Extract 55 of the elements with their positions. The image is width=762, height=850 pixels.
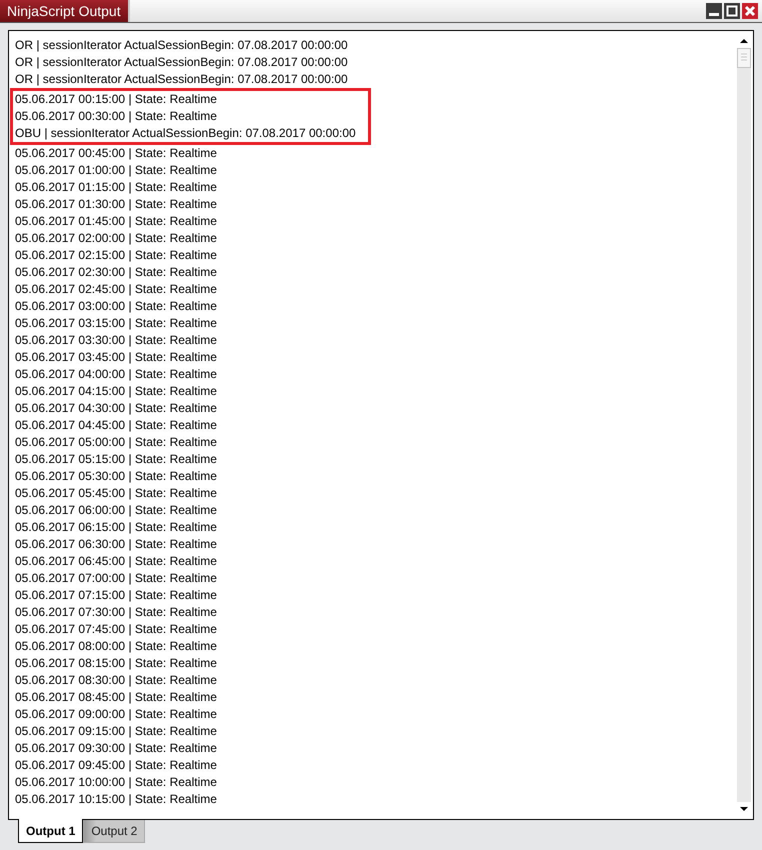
log-line: 05.06.2017 06:00:00 | State: Realtime — [15, 502, 218, 519]
minimize-icon[interactable] — [706, 3, 722, 19]
log-line: 05.06.2017 03:45:00 | State: Realtime — [15, 349, 218, 366]
log-line: 05.06.2017 01:00:00 | State: Realtime — [15, 162, 218, 179]
log-line: OR | sessionIterator ActualSessionBegin: 07.08.2017 00:00:00 — [15, 71, 349, 88]
log-line: 05.06.2017 03:15:00 | State: Realtime — [15, 315, 218, 332]
log-line: 05.06.2017 06:15:00 | State: Realtime — [15, 519, 218, 536]
log-line: OR | sessionIterator ActualSessionBegin: 07.08.2017 00:00:00 — [15, 37, 349, 54]
log-line: 05.06.2017 03:00:00 | State: Realtime — [15, 298, 218, 315]
log-line: 05.06.2017 05:15:00 | State: Realtime — [15, 451, 218, 468]
log-line: 05.06.2017 09:15:00 | State: Realtime — [15, 723, 218, 740]
log-line: 05.06.2017 08:15:00 | State: Realtime — [15, 655, 218, 672]
maximize-icon[interactable] — [724, 3, 740, 19]
log-line: 05.06.2017 07:45:00 | State: Realtime — [15, 621, 218, 638]
log-line: 05.06.2017 05:45:00 | State: Realtime — [15, 485, 218, 502]
log-line: 05.06.2017 02:15:00 | State: Realtime — [15, 247, 218, 264]
log-line: 05.06.2017 00:45:00 | State: Realtime — [15, 145, 218, 162]
log-line: 05.06.2017 04:30:00 | State: Realtime — [15, 400, 218, 417]
log-line: 05.06.2017 04:00:00 | State: Realtime — [15, 366, 218, 383]
log-line: 05.06.2017 09:30:00 | State: Realtime — [15, 740, 218, 757]
scroll-up-icon[interactable] — [737, 34, 751, 48]
log-line: 05.06.2017 06:30:00 | State: Realtime — [15, 536, 218, 553]
log-line: 05.06.2017 01:45:00 | State: Realtime — [15, 213, 218, 230]
log-line: 05.06.2017 04:45:00 | State: Realtime — [15, 417, 218, 434]
log-line: 05.06.2017 01:15:00 | State: Realtime — [15, 179, 218, 196]
log-line: 05.06.2017 04:15:00 | State: Realtime — [15, 383, 218, 400]
output-tab[interactable]: Output 1 — [18, 819, 84, 843]
log-line: 05.06.2017 08:45:00 | State: Realtime — [15, 689, 218, 706]
log-line: 05.06.2017 03:30:00 | State: Realtime — [15, 332, 218, 349]
log-line: 05.06.2017 02:00:00 | State: Realtime — [15, 230, 218, 247]
output-tab[interactable]: Output 2 — [83, 820, 146, 843]
log-line: 05.06.2017 05:00:00 | State: Realtime — [15, 434, 218, 451]
log-line: 05.06.2017 07:30:00 | State: Realtime — [15, 604, 218, 621]
window-title: NinjaScript Output — [0, 0, 130, 22]
log-line: 05.06.2017 08:30:00 | State: Realtime — [15, 672, 218, 689]
log-line: 05.06.2017 00:30:00 | State: Realtime — [15, 108, 218, 125]
log-line: 05.06.2017 00:15:00 | State: Realtime — [15, 91, 218, 108]
scroll-down-icon[interactable] — [737, 802, 751, 816]
log-line: OBU | sessionIterator ActualSessionBegin: 07.08.2017 00:00:00 — [15, 125, 356, 142]
log-line: 05.06.2017 07:15:00 | State: Realtime — [15, 587, 218, 604]
log-line: 05.06.2017 01:30:00 | State: Realtime — [15, 196, 218, 213]
log-line: 05.06.2017 07:00:00 | State: Realtime — [15, 570, 218, 587]
log-line: 05.06.2017 09:45:00 | State: Realtime — [15, 757, 218, 774]
scrollbar[interactable] — [737, 34, 751, 816]
log-line: 05.06.2017 08:00:00 | State: Realtime — [15, 638, 218, 655]
log-line: 05.06.2017 10:00:00 | State: Realtime — [15, 774, 218, 791]
log-line: OR | sessionIterator ActualSessionBegin: 07.08.2017 00:00:00 — [15, 54, 349, 71]
log-line: 05.06.2017 09:00:00 | State: Realtime — [15, 706, 218, 723]
log-line: 05.06.2017 02:45:00 | State: Realtime — [15, 281, 218, 298]
close-icon[interactable] — [742, 3, 758, 19]
log-line: 05.06.2017 02:30:00 | State: Realtime — [15, 264, 218, 281]
log-line: 05.06.2017 05:30:00 | State: Realtime — [15, 468, 218, 485]
log-line: 05.06.2017 10:15:00 | State: Realtime — [15, 791, 218, 808]
scroll-thumb[interactable] — [737, 48, 751, 68]
log-line: 05.06.2017 06:45:00 | State: Realtime — [15, 553, 218, 570]
